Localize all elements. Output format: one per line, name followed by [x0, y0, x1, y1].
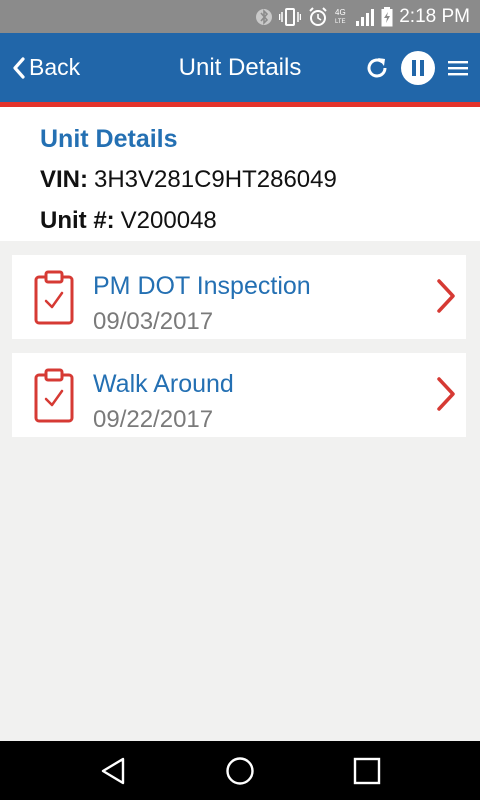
status-bar: 4G LTE 2:18 PM: [0, 0, 480, 33]
menu-button[interactable]: [446, 58, 470, 78]
square-recents-icon: [353, 757, 380, 784]
triangle-back-icon: [102, 757, 125, 784]
svg-text:4G: 4G: [335, 8, 346, 17]
pause-button[interactable]: [400, 50, 436, 86]
vibrate-icon: [279, 7, 302, 26]
clipboard-check-icon: [34, 367, 74, 428]
unit-number-row: Unit #: V200048: [40, 207, 480, 239]
status-time: 2:18 PM: [399, 5, 470, 27]
back-button[interactable]: Back: [12, 33, 80, 102]
inspection-item-walk-around[interactable]: Walk Around 09/22/2017: [12, 353, 466, 437]
vin-row: VIN: 3H3V281C9HT286049: [40, 166, 480, 198]
back-label: Back: [29, 54, 81, 80]
nav-back-button[interactable]: [83, 746, 143, 796]
app-bar: Back Unit Details: [0, 33, 480, 102]
pause-icon: [401, 50, 435, 85]
chevron-left-icon: [13, 56, 25, 79]
bluetooth-icon: [256, 7, 273, 27]
chevron-right-icon: [436, 279, 456, 318]
inspection-title: Walk Around: [93, 370, 234, 398]
battery-charging-icon: [381, 6, 393, 27]
inspection-title: PM DOT Inspection: [93, 272, 311, 300]
vin-label: VIN:: [40, 166, 88, 193]
refresh-icon: [367, 57, 387, 77]
unit-number-value: V200048: [120, 207, 217, 234]
menu-icon: [448, 60, 468, 75]
nav-home-button[interactable]: [210, 746, 270, 796]
inspection-item-pm-dot[interactable]: PM DOT Inspection 09/03/2017: [12, 255, 466, 339]
unit-details-heading: Unit Details: [40, 125, 178, 153]
vin-value: 3H3V281C9HT286049: [94, 166, 337, 193]
unit-details-panel: Unit Details VIN: 3H3V281C9HT286049 Unit …: [0, 107, 480, 241]
signal-icon: [356, 8, 375, 26]
unit-number-label: Unit #:: [40, 207, 115, 234]
nav-recents-button[interactable]: [337, 746, 397, 796]
inspection-date: 09/22/2017: [93, 406, 214, 433]
lte-icon: 4G LTE: [335, 7, 349, 27]
inspection-date: 09/03/2017: [93, 308, 214, 335]
alarm-icon: [308, 6, 328, 27]
system-nav-bar: [0, 741, 480, 800]
refresh-button[interactable]: [364, 55, 390, 81]
circle-home-icon: [226, 756, 254, 785]
clipboard-check-icon: [34, 269, 74, 330]
inspection-list: PM DOT Inspection 09/03/2017 Walk Around…: [12, 255, 466, 451]
chevron-right-icon: [436, 377, 456, 416]
svg-text:LTE: LTE: [335, 19, 346, 25]
